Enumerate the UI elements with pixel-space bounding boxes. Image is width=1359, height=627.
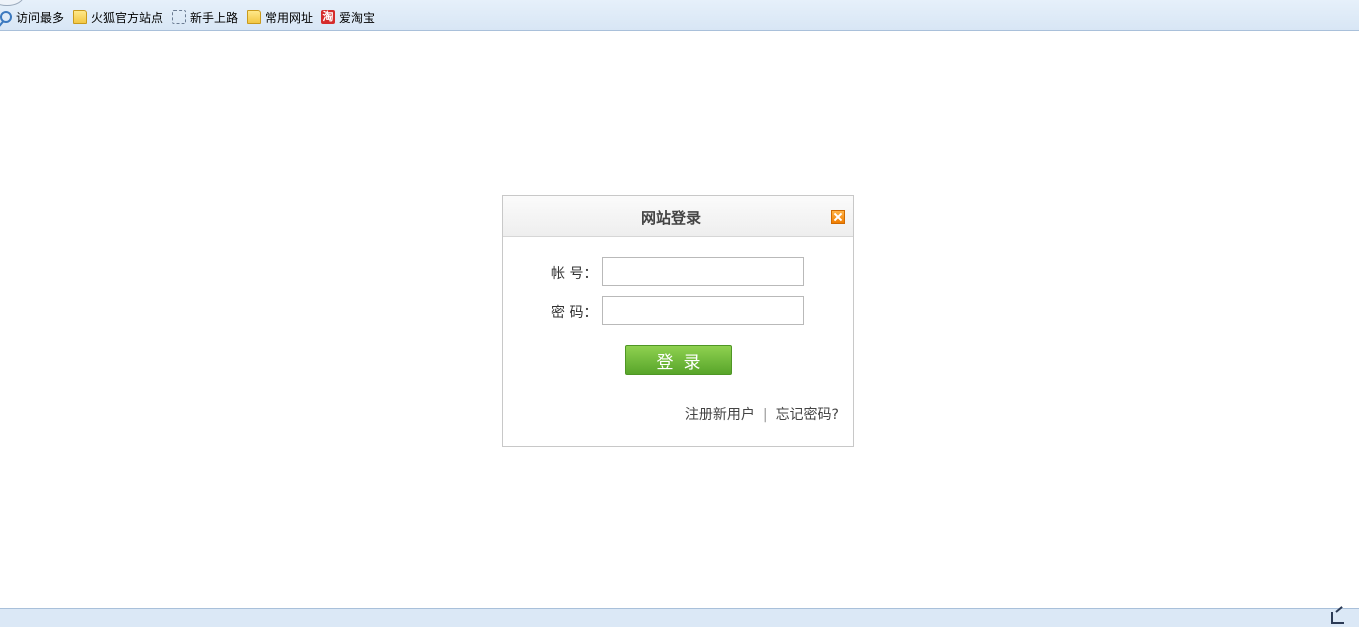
close-icon[interactable] <box>831 210 845 224</box>
login-title: 网站登录 <box>640 209 701 227</box>
bookmark-common-sites[interactable]: 常用网址 <box>247 8 313 26</box>
password-input[interactable] <box>602 296 804 325</box>
status-bar <box>0 608 1359 627</box>
bookmark-ai-taobao[interactable]: 淘 爱淘宝 <box>321 8 375 26</box>
password-label: 密 码： <box>551 305 598 321</box>
bookmark-most-visited[interactable]: 访问最多 <box>0 8 64 26</box>
search-icon <box>0 11 12 23</box>
bookmarks-toolbar: 访问最多 火狐官方站点 新手上路 常用网址 淘 爱淘宝 <box>0 0 1359 31</box>
folder-icon <box>73 10 87 24</box>
back-button[interactable] <box>0 0 24 6</box>
taobao-icon: 淘 <box>321 10 335 24</box>
bookmark-label: 爱淘宝 <box>339 10 376 25</box>
login-dialog: 网站登录 帐 号： 密 码： 登录 注册新用户 | 忘记密码? <box>502 195 854 447</box>
bookmark-label: 新手上路 <box>190 10 239 25</box>
share-icon[interactable] <box>1331 612 1344 624</box>
forgot-password-link[interactable]: 忘记密码? <box>776 407 839 423</box>
bookmark-label: 访问最多 <box>16 10 65 25</box>
login-links: 注册新用户 | 忘记密码? <box>503 404 839 424</box>
dotted-square-icon <box>172 10 186 24</box>
bookmark-label: 火狐官方站点 <box>91 10 164 25</box>
link-separator: | <box>762 407 768 423</box>
folder-icon <box>247 10 261 24</box>
bookmark-getting-started[interactable]: 新手上路 <box>172 8 238 26</box>
account-input[interactable] <box>602 257 804 286</box>
bookmark-label: 常用网址 <box>265 10 314 25</box>
login-dialog-header: 网站登录 <box>503 196 853 237</box>
account-label: 帐 号： <box>551 266 598 282</box>
bookmark-firefox-official[interactable]: 火狐官方站点 <box>73 8 163 26</box>
login-button[interactable]: 登录 <box>625 345 732 375</box>
register-link[interactable]: 注册新用户 <box>685 407 755 423</box>
